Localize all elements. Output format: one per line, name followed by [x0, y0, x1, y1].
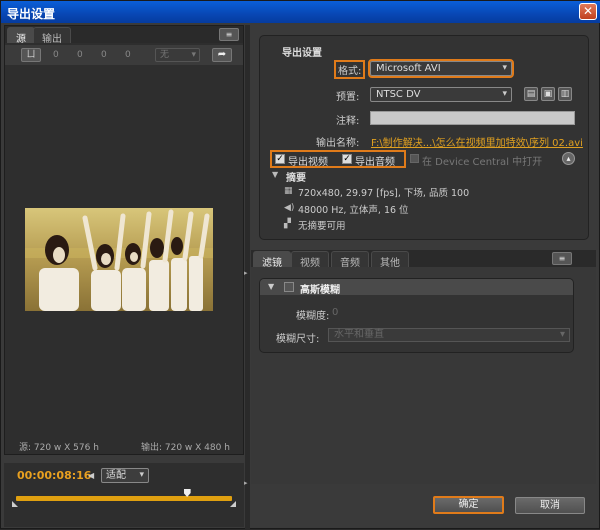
save-preset-icon[interactable]: ▤ — [524, 87, 538, 101]
tab-audio[interactable]: 音频 — [331, 251, 369, 269]
panel-menu-icon[interactable]: ≡ — [552, 252, 572, 265]
fit-select[interactable]: 适配 — [101, 468, 149, 483]
preset-value: NTSC DV — [376, 89, 421, 100]
export-audio-label: 导出音频 — [355, 157, 395, 168]
crop-bottom[interactable]: 0 — [125, 50, 131, 60]
blur-dimension-value: 水平和垂直 — [334, 329, 384, 340]
settings-tabs: 滤镜 视频 音频 其他 ≡ — [251, 250, 596, 269]
export-settings-panel: 导出设置 格式: Microsoft AVI ▾ 预置: NTSC DV ▾ ▤ ▣… — [251, 31, 596, 241]
device-central-label: 在 Device Central 中打开 — [422, 157, 543, 168]
tab-other[interactable]: 其他 — [371, 251, 409, 269]
window-title: 导出设置 — [7, 7, 56, 21]
blurriness-value[interactable]: 0 — [332, 307, 338, 318]
timeline-track[interactable] — [16, 496, 232, 501]
format-select[interactable]: Microsoft AVI ▾ — [368, 59, 514, 78]
video-summary: 720x480, 29.97 [fps], 下场, 品质 100 — [298, 188, 470, 199]
blur-dimension-label: 模糊尺寸: — [276, 334, 320, 345]
close-button[interactable]: ✕ — [579, 3, 597, 20]
source-dimensions: 源: 720 w X 576 h — [19, 443, 99, 453]
format-value: Microsoft AVI — [376, 63, 441, 74]
timecode[interactable]: 00:00:08:16 — [17, 469, 91, 482]
device-central-checkbox — [410, 154, 419, 163]
gaussian-blur-box: ▼ 高斯模糊 模糊度: 0 模糊尺寸: 水平和垂直 ▾ — [259, 278, 574, 353]
crop-icon[interactable]: ㄩ — [21, 48, 41, 62]
export-audio-checkbox[interactable]: ✓ — [342, 154, 352, 164]
tab-output[interactable]: 输出 — [33, 27, 71, 45]
divider-grip-icon: ▸ — [244, 479, 248, 487]
summary-title: 摘要 — [286, 173, 306, 184]
crop-aspect-select[interactable]: 无 ▾ — [155, 48, 200, 62]
section-title: 导出设置 — [282, 48, 322, 59]
preview-tabs: 源 输出 ≡ — [5, 26, 243, 45]
video-preview — [25, 208, 213, 311]
tab-filters[interactable]: 滤镜 — [253, 251, 291, 269]
output-dimensions: 输出: 720 w X 480 h — [141, 443, 230, 453]
filter-header: ▼ 高斯模糊 — [260, 279, 573, 296]
tab-video[interactable]: 视频 — [291, 251, 329, 269]
filter-toggle-icon[interactable]: ▼ — [268, 282, 274, 291]
bitrate-summary: 无摘要可用 — [298, 221, 346, 232]
export-settings-dialog: 导出设置 ✕ 源 输出 ≡ ㄩ 0 0 0 0 无 ▾ ➦ 源: 720 w X… — [0, 0, 600, 530]
crop-toolbar: ㄩ 0 0 0 0 无 ▾ ➦ — [5, 45, 243, 65]
summary-toggle-icon[interactable]: ▼ — [272, 170, 278, 179]
export-settings-box: 导出设置 格式: Microsoft AVI ▾ 预置: NTSC DV ▾ ▤ ▣… — [259, 35, 589, 240]
ok-button[interactable]: 确定 — [433, 496, 504, 514]
output-name-link[interactable]: F:\制作解决...\怎么在视频里加特效\序列 02.avi — [371, 134, 583, 149]
comment-label: 注释: — [336, 116, 360, 127]
crop-top[interactable]: 0 — [77, 50, 83, 60]
audio-summary-icon: ◀) — [284, 203, 295, 213]
crop-left[interactable]: 0 — [53, 50, 59, 60]
delete-preset-icon[interactable]: ▥ — [558, 87, 572, 101]
divider-grip-icon: ▸ — [244, 269, 248, 277]
video-summary-icon: ▦ — [284, 186, 293, 196]
comment-input[interactable] — [370, 111, 575, 125]
export-video-label: 导出视频 — [288, 157, 328, 168]
output-name-label: 输出名称: — [316, 138, 360, 149]
filter-title: 高斯模糊 — [300, 285, 340, 296]
out-point-marker[interactable] — [230, 501, 236, 507]
tab-source[interactable]: 源 — [7, 27, 35, 45]
in-point-marker[interactable] — [12, 501, 18, 507]
title-bar: 导出设置 ✕ — [1, 1, 600, 23]
crop-aspect-value: 无 — [160, 50, 170, 60]
format-label: 格式: — [333, 60, 366, 79]
blurriness-label: 模糊度: — [296, 311, 330, 322]
crop-right[interactable]: 0 — [101, 50, 107, 60]
preview-panel: 源 输出 ≡ ㄩ 0 0 0 0 无 ▾ ➦ 源: 720 w X 576 h … — [4, 25, 244, 455]
gaussian-blur-checkbox[interactable] — [284, 282, 294, 292]
chevron-down-icon: ▾ — [502, 63, 507, 73]
timeline: 00:00:08:16 ◀ 适配 — [4, 463, 244, 527]
collapse-icon[interactable]: ▴ — [562, 152, 575, 165]
panel-divider[interactable] — [245, 25, 250, 530]
import-preset-icon[interactable]: ▣ — [541, 87, 555, 101]
preset-select[interactable]: NTSC DV ▾ — [370, 87, 512, 102]
bitrate-summary-icon: ▞ — [284, 219, 291, 229]
export-video-checkbox[interactable]: ✓ — [275, 154, 285, 164]
rotate-icon[interactable]: ➦ — [212, 48, 232, 62]
chevron-down-icon: ▾ — [502, 89, 507, 99]
filter-panel: ▼ 高斯模糊 模糊度: 0 模糊尺寸: 水平和垂直 ▾ — [251, 267, 596, 484]
video-frame-image — [25, 208, 213, 311]
panel-menu-icon[interactable]: ≡ — [219, 28, 239, 41]
cancel-button[interactable]: 取消 — [515, 497, 585, 514]
audio-summary: 48000 Hz, 立体声, 16 位 — [298, 205, 409, 216]
chevron-down-icon: ▾ — [559, 329, 565, 340]
export-options-group: ✓ 导出视频 ✓ 导出音频 — [270, 150, 406, 168]
preset-label: 预置: — [336, 92, 360, 103]
timecode-arrow-icon[interactable]: ◀ — [88, 471, 94, 480]
blur-dimension-select[interactable]: 水平和垂直 ▾ — [328, 328, 570, 342]
